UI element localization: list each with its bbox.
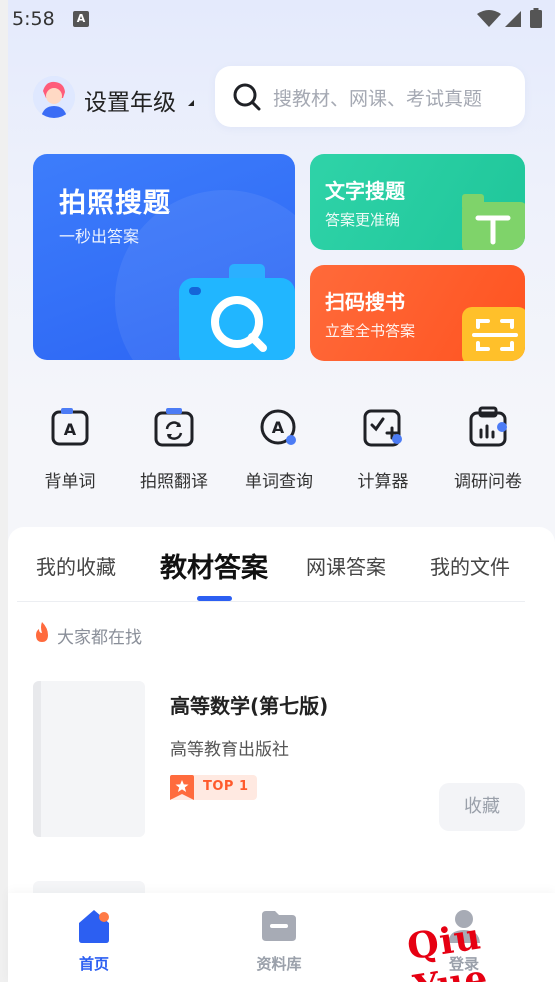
search-icon — [233, 83, 261, 111]
book-title[interactable]: 高等数学(第七版) — [170, 690, 328, 719]
tool-calculator[interactable]: 计算器 — [333, 400, 433, 495]
photo-search-subtitle: 一秒出答案 — [59, 227, 140, 246]
text-search-card[interactable]: 文字搜题 答案更准确 — [310, 154, 525, 250]
book-cover[interactable] — [33, 681, 145, 837]
tab-my-files[interactable]: 我的文件 — [430, 551, 510, 580]
flashcard-a-icon: A — [51, 408, 89, 446]
svg-text:A: A — [272, 418, 285, 437]
photo-search-card[interactable]: 拍照搜题 一秒出答案 — [33, 154, 295, 360]
tool-word-lookup[interactable]: A 单词查询 — [229, 400, 329, 495]
nav-home[interactable]: 首页 — [34, 893, 154, 982]
battery-icon — [530, 8, 542, 28]
search-bar[interactable]: 搜教材、网课、考试真题 — [215, 66, 525, 127]
tool-label: 单词查询 — [245, 472, 313, 492]
nav-label: 首页 — [78, 955, 109, 973]
tool-label: 计算器 — [357, 472, 409, 492]
rank-badge: TOP 1 — [170, 775, 257, 800]
tool-survey[interactable]: 调研问卷 — [438, 400, 538, 495]
avatar[interactable] — [33, 76, 75, 118]
text-search-subtitle: 答案更准确 — [325, 211, 401, 229]
tab-textbook-answers[interactable]: 教材答案 — [160, 546, 268, 585]
survey-clipboard-icon — [469, 406, 507, 447]
folder-icon — [262, 911, 296, 941]
word-lookup-icon: A — [260, 409, 296, 445]
tool-label: 拍照翻译 — [140, 472, 208, 492]
nav-label: 资料库 — [256, 955, 302, 973]
grade-selector[interactable]: 设置年级 — [84, 83, 176, 117]
rank-badge-label: TOP 1 — [203, 779, 249, 794]
scan-book-subtitle: 立查全书答案 — [325, 322, 416, 340]
text-t-icon — [462, 194, 525, 250]
tool-label: 背单词 — [44, 472, 96, 492]
tab-online-course-answers[interactable]: 网课答案 — [306, 551, 386, 580]
fire-icon — [36, 622, 48, 642]
collect-button[interactable]: 收藏 — [439, 783, 525, 831]
photo-translate-icon — [154, 408, 194, 447]
scan-code-icon — [462, 307, 525, 361]
tab-my-favorites[interactable]: 我的收藏 — [36, 551, 116, 580]
scan-book-card[interactable]: 扫码搜书 立查全书答案 — [310, 265, 525, 361]
text-search-title: 文字搜题 — [325, 179, 405, 203]
camera-icon — [179, 264, 295, 360]
notification-a-icon: A — [73, 11, 89, 27]
search-placeholder: 搜教材、网课、考试真题 — [273, 88, 483, 110]
avatar-person-icon — [33, 76, 75, 118]
tabs-divider — [17, 601, 525, 602]
app-screen: 5:58 A 设置年级 搜教材、网课、考试真题 拍照搜题 一秒出答案 文字搜题 … — [0, 0, 555, 982]
medal-star-icon — [170, 775, 194, 800]
book-publisher: 高等教育出版社 — [170, 740, 289, 760]
tool-vocabulary[interactable]: A 背单词 — [20, 400, 120, 495]
hot-section-label: 大家都在找 — [57, 628, 142, 648]
scan-book-title: 扫码搜书 — [325, 290, 405, 314]
left-edge-strip — [0, 0, 8, 982]
hot-section-header: 大家都在找 — [33, 621, 142, 648]
tool-label: 调研问卷 — [454, 472, 522, 492]
caret-down-icon[interactable] — [188, 100, 194, 106]
wifi-icon — [477, 10, 501, 27]
tool-photo-translate[interactable]: 拍照翻译 — [124, 400, 224, 495]
photo-search-title: 拍照搜题 — [59, 188, 171, 219]
svg-text:A: A — [64, 420, 77, 439]
home-icon — [79, 910, 109, 943]
cellular-signal-icon — [505, 11, 521, 27]
status-time: 5:58 — [12, 8, 55, 30]
nav-library[interactable]: 资料库 — [219, 893, 339, 982]
status-bar: 5:58 A — [0, 0, 555, 40]
calculator-icon — [363, 409, 402, 447]
